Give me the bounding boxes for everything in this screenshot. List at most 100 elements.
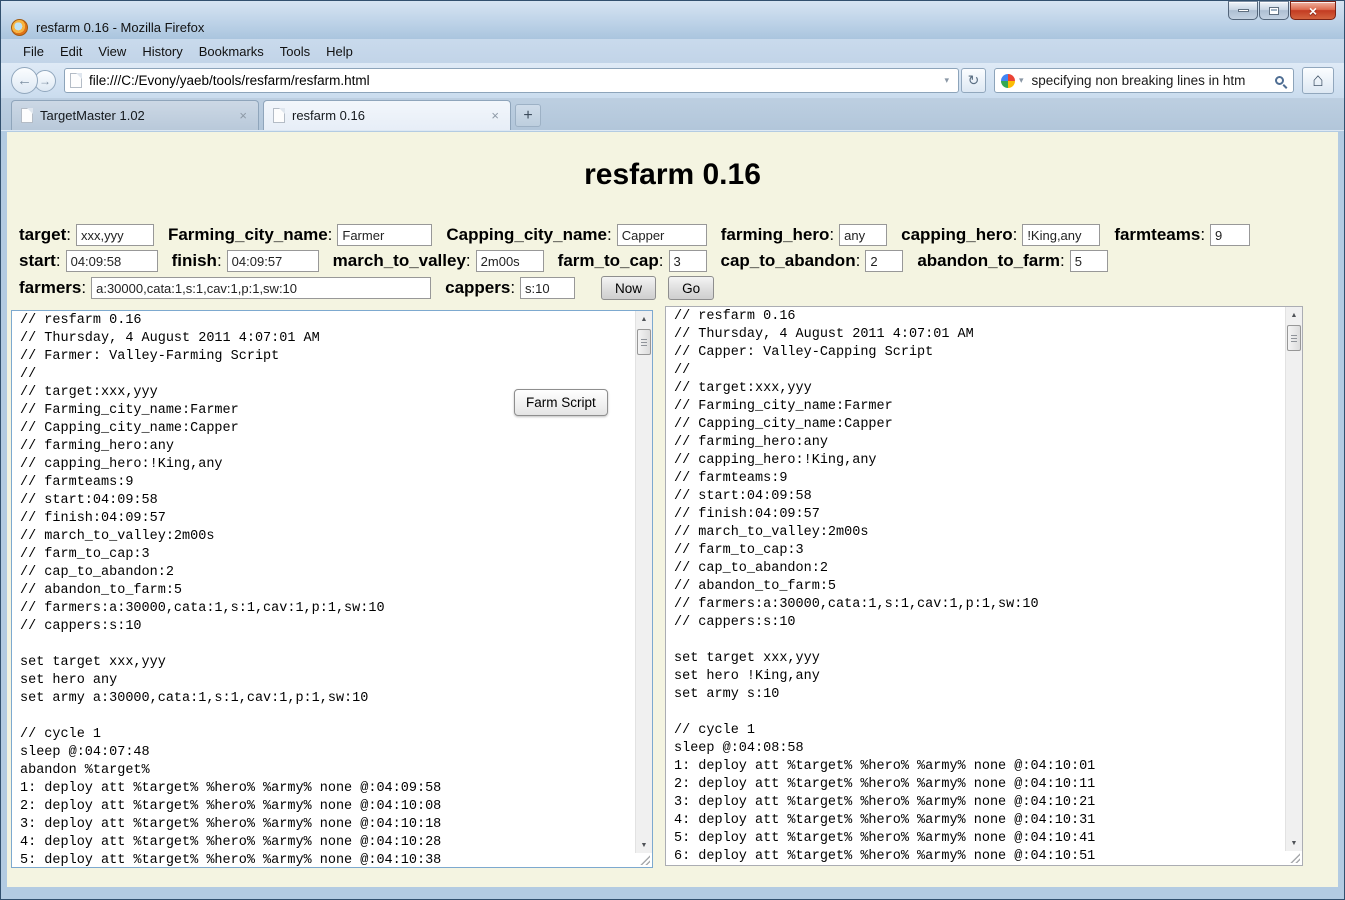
capper-script-textarea[interactable]: // resfarm 0.16 // Thursday, 4 August 20… [666,307,1285,865]
farming-hero-label: farming_hero [721,225,834,245]
farm-script-button[interactable]: Farm Script [514,389,608,416]
tab-title: resfarm 0.16 [292,108,489,123]
minimize-button[interactable] [1228,1,1258,20]
tab-bar: TargetMaster 1.02 × resfarm 0.16 × + [1,98,1344,131]
cappers-input[interactable] [520,277,575,299]
new-tab-icon: + [523,107,532,125]
url-text[interactable]: file:///C:/Evony/yaeb/tools/resfarm/resf… [89,73,940,88]
navigation-bar: ← → file:///C:/Evony/yaeb/tools/resfarm/… [1,63,1344,98]
menu-history[interactable]: History [134,41,190,62]
tab-favicon-icon [21,108,33,123]
menu-help[interactable]: Help [318,41,361,62]
capper-script-pane: // resfarm 0.16 // Thursday, 4 August 20… [665,306,1303,866]
target-input[interactable] [76,224,154,246]
farming-city-name-input[interactable] [337,224,432,246]
capping-hero-label: capping_hero [901,225,1017,245]
field-capping-hero: capping_hero [901,224,1100,246]
cap-to-abandon-input[interactable] [865,250,903,272]
reload-icon: ↻ [968,72,980,89]
resize-grip-icon[interactable] [1288,851,1300,863]
search-icon[interactable] [1275,76,1284,85]
page-content: resfarm 0.16 target Farming_city_name Ca… [7,132,1338,887]
capper-scrollbar[interactable]: ▲ ▼ [1285,307,1302,851]
capping-city-name-input[interactable] [617,224,707,246]
search-engine-dropdown-icon[interactable]: ▾ [1015,75,1028,86]
march-to-valley-label: march_to_valley [333,251,471,271]
menu-bar: File Edit View History Bookmarks Tools H… [1,39,1344,63]
menu-tools[interactable]: Tools [272,41,318,62]
url-history-dropdown-icon[interactable]: ▾ [940,75,953,86]
capping-city-name-label: Capping_city_name [446,225,611,245]
field-start: start [19,250,158,272]
field-march-to-valley: march_to_valley [333,250,544,272]
google-search-engine-icon[interactable] [1001,74,1015,88]
farm-to-cap-label: farm_to_cap [558,251,664,271]
browser-window: resfarm 0.16 - Mozilla Firefox × File Ed… [0,0,1345,900]
go-button[interactable]: Go [668,276,714,300]
new-tab-button[interactable]: + [515,104,541,127]
cap-to-abandon-label: cap_to_abandon [721,251,861,271]
field-farming-hero: farming_hero [721,224,887,246]
field-farmers: farmers [19,277,431,299]
farming-hero-input[interactable] [839,224,887,246]
page-favicon-icon [70,73,82,88]
march-to-valley-input[interactable] [476,250,544,272]
field-farm-to-cap: farm_to_cap [558,250,707,272]
page-title: resfarm 0.16 [7,158,1338,192]
menu-bookmarks[interactable]: Bookmarks [191,41,272,62]
scroll-down-button[interactable]: ▼ [636,837,652,853]
back-icon: ← [17,72,32,89]
minimize-icon [1238,9,1249,12]
reload-button[interactable]: ↻ [961,68,986,93]
maximize-icon [1269,7,1279,15]
field-farming-city-name: Farming_city_name [168,224,432,246]
start-input[interactable] [66,250,158,272]
finish-input[interactable] [227,250,319,272]
maximize-button[interactable] [1259,1,1289,20]
farmer-scrollbar[interactable]: ▲ ▼ [635,311,652,853]
tab-resfarm[interactable]: resfarm 0.16 × [263,100,511,130]
abandon-to-farm-input[interactable] [1070,250,1108,272]
capping-hero-input[interactable] [1022,224,1100,246]
scroll-up-button[interactable]: ▲ [636,311,652,327]
tab-title: TargetMaster 1.02 [40,108,237,123]
cappers-label: cappers [445,278,515,298]
scrollbar-thumb[interactable] [637,329,651,355]
field-capping-city-name: Capping_city_name [446,224,706,246]
url-bar[interactable]: file:///C:/Evony/yaeb/tools/resfarm/resf… [64,68,959,93]
farmers-input[interactable] [91,277,431,299]
tab-close-button[interactable]: × [489,108,501,123]
field-cappers: cappers [445,277,575,299]
form-row-3: farmers cappers Now Go [19,276,1326,300]
menu-file[interactable]: File [15,41,52,62]
farmers-label: farmers [19,278,86,298]
close-icon: × [1309,4,1317,18]
settings-form: target Farming_city_name Capping_city_na… [7,224,1338,300]
home-button[interactable]: ⌂ [1302,67,1334,94]
resize-grip-icon[interactable] [638,853,650,865]
tab-favicon-icon [273,108,285,123]
now-button[interactable]: Now [601,276,656,300]
tab-targetmaster[interactable]: TargetMaster 1.02 × [11,100,259,130]
start-label: start [19,251,61,271]
field-cap-to-abandon: cap_to_abandon [721,250,904,272]
scroll-down-button[interactable]: ▼ [1286,835,1302,851]
farmteams-input[interactable] [1210,224,1250,246]
window-controls: × [1227,1,1336,20]
farm-to-cap-input[interactable] [669,250,707,272]
abandon-to-farm-label: abandon_to_farm [917,251,1064,271]
form-row-2: start finish march_to_valley farm_to_cap… [19,250,1326,272]
window-titlebar[interactable]: resfarm 0.16 - Mozilla Firefox × [1,1,1344,39]
tab-close-button[interactable]: × [237,108,249,123]
firefox-icon [11,19,28,36]
menu-view[interactable]: View [90,41,134,62]
menu-edit[interactable]: Edit [52,41,90,62]
close-button[interactable]: × [1290,1,1336,20]
field-finish: finish [172,250,319,272]
scrollbar-thumb[interactable] [1287,325,1301,351]
scroll-up-button[interactable]: ▲ [1286,307,1302,323]
search-box[interactable]: ▾ specifying non breaking lines in htm [994,68,1294,93]
search-query-text[interactable]: specifying non breaking lines in htm [1032,73,1275,88]
window-title: resfarm 0.16 - Mozilla Firefox [36,20,204,37]
back-button[interactable]: ← [11,67,38,94]
